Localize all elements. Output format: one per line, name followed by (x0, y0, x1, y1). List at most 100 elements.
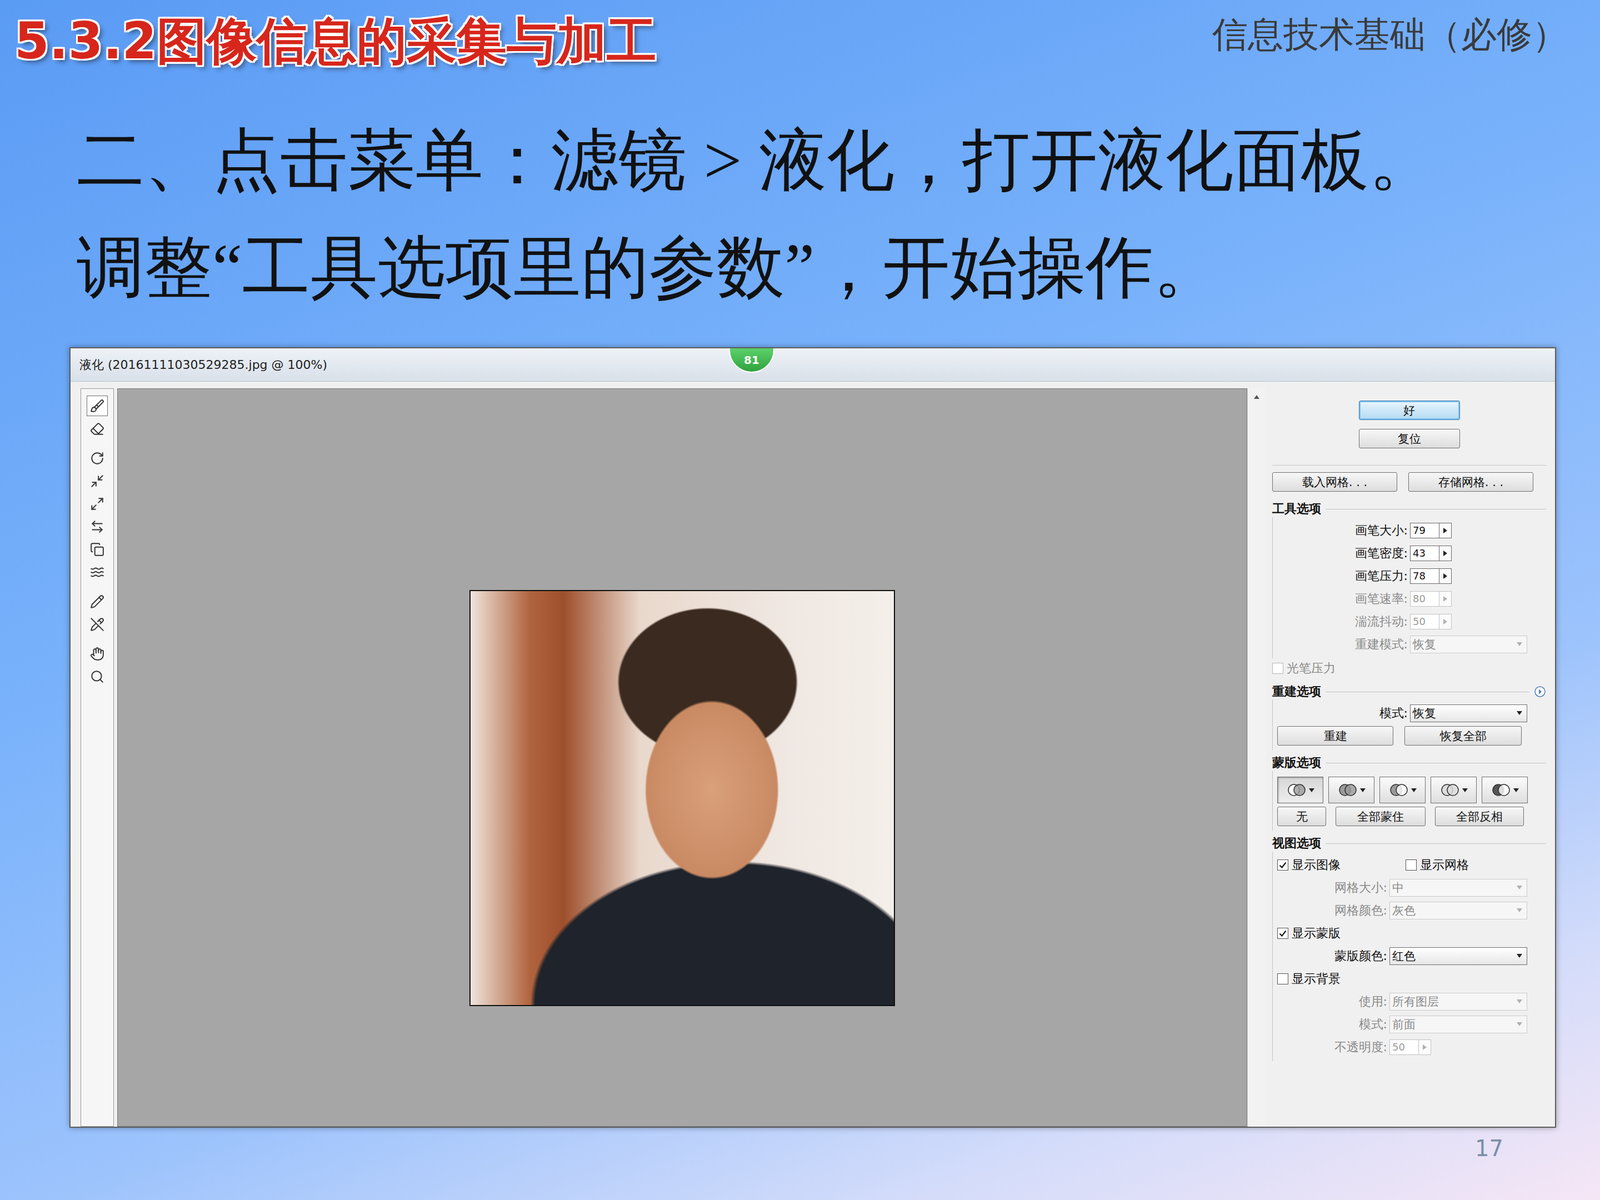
slider-arrow-button[interactable] (1439, 545, 1452, 562)
group-body: 模式:恢复重建恢复全部 (1272, 700, 1547, 750)
slider-arrow-button[interactable] (1439, 568, 1452, 584)
window-body: 好复位载入网格. . .存储网格. . .工具选项画笔大小:79画笔密度:43画… (70, 381, 1555, 1127)
select[interactable]: 前面 (1389, 1015, 1528, 1034)
stylus-pressure[interactable]: 光笔压力 (1272, 658, 1547, 678)
dropdown-icon (1411, 788, 1417, 793)
slider-arrow-button[interactable] (1439, 522, 1452, 539)
dropdown-icon (1516, 999, 1523, 1004)
mask-buttons: 无全部蒙住全部反相 (1277, 806, 1547, 827)
number-input[interactable]: 50 (1410, 613, 1440, 630)
mask-button[interactable]: 全部蒙住 (1335, 806, 1426, 827)
tool-button[interactable] (86, 613, 108, 635)
tool-button[interactable] (86, 418, 108, 439)
arrow-icon (1443, 527, 1448, 534)
field-label: 画笔速率: (1277, 590, 1408, 608)
dialog-button[interactable]: 好 (1358, 400, 1460, 420)
tool-button[interactable] (86, 447, 108, 469)
checkbox-pair: 显示图像显示网格 (1277, 855, 1547, 875)
checkbox-row[interactable]: 显示背景 (1277, 968, 1547, 989)
group-body: 显示图像显示网格网格大小:中网格颜色:灰色显示蒙版蒙版颜色:红色显示背景使用:所… (1272, 851, 1547, 1062)
group-line (1325, 508, 1547, 510)
select[interactable]: 恢复 (1410, 704, 1528, 723)
tool-button[interactable] (86, 395, 108, 417)
checkbox[interactable] (1277, 973, 1289, 985)
checkbox-row[interactable]: 显示网格 (1405, 855, 1547, 875)
expand-menu-icon[interactable] (1533, 685, 1547, 698)
number-field[interactable]: 80 (1410, 591, 1547, 607)
number-field[interactable]: 79 (1410, 522, 1547, 539)
mask-mode-button[interactable] (1379, 776, 1426, 804)
field-label: 画笔压力: (1277, 567, 1408, 585)
checkbox[interactable] (1277, 859, 1289, 871)
tool-button[interactable] (86, 643, 108, 664)
tool-button[interactable] (86, 591, 108, 612)
preview-canvas[interactable] (117, 388, 1248, 1127)
field-row: 网格颜色:灰色 (1277, 900, 1547, 920)
group-title: 重建选项 (1272, 683, 1322, 700)
tool-group (86, 643, 108, 687)
select[interactable]: 灰色 (1389, 901, 1528, 920)
reconstruct-button[interactable]: 恢复全部 (1404, 726, 1522, 746)
number-input[interactable]: 50 (1389, 1039, 1419, 1055)
mask-mode-button[interactable] (1430, 776, 1477, 804)
twirl-icon (90, 451, 105, 466)
group-header: 工具选项 (1272, 500, 1547, 518)
select[interactable]: 中 (1389, 878, 1528, 897)
number-input[interactable]: 78 (1410, 568, 1440, 584)
number-input[interactable]: 79 (1410, 522, 1440, 539)
dialog-button[interactable]: 复位 (1358, 428, 1460, 449)
mesh-button[interactable]: 存储网格. . . (1408, 472, 1534, 492)
checkbox[interactable] (1405, 859, 1417, 871)
arrow-icon (1443, 573, 1448, 579)
checkbox[interactable] (1277, 927, 1289, 939)
tool-button[interactable] (86, 666, 108, 687)
tool-button[interactable] (86, 493, 108, 514)
select[interactable]: 恢复 (1410, 635, 1528, 654)
field-row: 模式:恢复 (1277, 703, 1547, 723)
field-row: 画笔速率:80 (1277, 588, 1547, 609)
mask-button[interactable]: 全部反相 (1435, 806, 1524, 827)
options-panel: 好复位载入网格. . .存储网格. . .工具选项画笔大小:79画笔密度:43画… (1265, 388, 1547, 1127)
number-input[interactable]: 43 (1410, 545, 1440, 562)
tool-button[interactable] (86, 561, 108, 583)
toolbar (80, 388, 114, 1127)
field-label: 网格颜色: (1277, 902, 1388, 919)
checkbox-row[interactable]: 显示蒙版 (1277, 923, 1547, 943)
group-header: 重建选项 (1272, 683, 1547, 700)
group-line (1325, 762, 1547, 764)
field-row: 画笔密度:43 (1277, 543, 1547, 563)
dialog-buttons: 好复位 (1272, 400, 1547, 449)
slider-arrow-button[interactable] (1418, 1039, 1432, 1055)
group-body: 画笔大小:79画笔密度:43画笔压力:78画笔速率:80湍流抖动:50重建模式:… (1272, 517, 1547, 659)
number-field[interactable]: 43 (1410, 545, 1547, 562)
scroll-up-icon[interactable] (1253, 395, 1260, 399)
arrow-icon (1422, 1044, 1427, 1050)
mask-button[interactable]: 无 (1277, 806, 1327, 827)
slider-arrow-button[interactable] (1439, 613, 1452, 630)
dropdown-icon (1462, 788, 1468, 793)
scrollbar[interactable] (1247, 388, 1266, 1127)
number-input[interactable]: 80 (1410, 591, 1440, 607)
course-name: 信息技术基础（必修） (1212, 13, 1568, 57)
checkbox[interactable] (1272, 662, 1284, 674)
slider-arrow-button[interactable] (1439, 591, 1452, 607)
mask-mode-icon (1286, 782, 1307, 798)
reconstruct-button[interactable]: 重建 (1277, 726, 1394, 746)
number-field[interactable]: 78 (1410, 568, 1547, 584)
select[interactable]: 所有图层 (1389, 992, 1528, 1011)
zoom-icon (90, 669, 105, 684)
number-field[interactable]: 50 (1410, 613, 1547, 630)
checkbox-row[interactable]: 显示图像 (1277, 855, 1406, 875)
mask-mode-button[interactable] (1481, 776, 1528, 804)
mask-mode-button[interactable] (1328, 776, 1375, 804)
mask-mode-button[interactable] (1277, 776, 1324, 804)
field-label: 模式: (1277, 705, 1408, 722)
select[interactable]: 红色 (1389, 947, 1528, 965)
number-field[interactable]: 50 (1389, 1039, 1547, 1055)
tool-button[interactable] (86, 470, 108, 492)
tool-button[interactable] (86, 538, 108, 560)
tool-options: 工具选项画笔大小:79画笔密度:43画笔压力:78画笔速率:80湍流抖动:50重… (1272, 500, 1547, 678)
tool-button[interactable] (86, 516, 108, 537)
push-left-icon (90, 519, 105, 534)
mesh-button[interactable]: 载入网格. . . (1272, 472, 1398, 492)
